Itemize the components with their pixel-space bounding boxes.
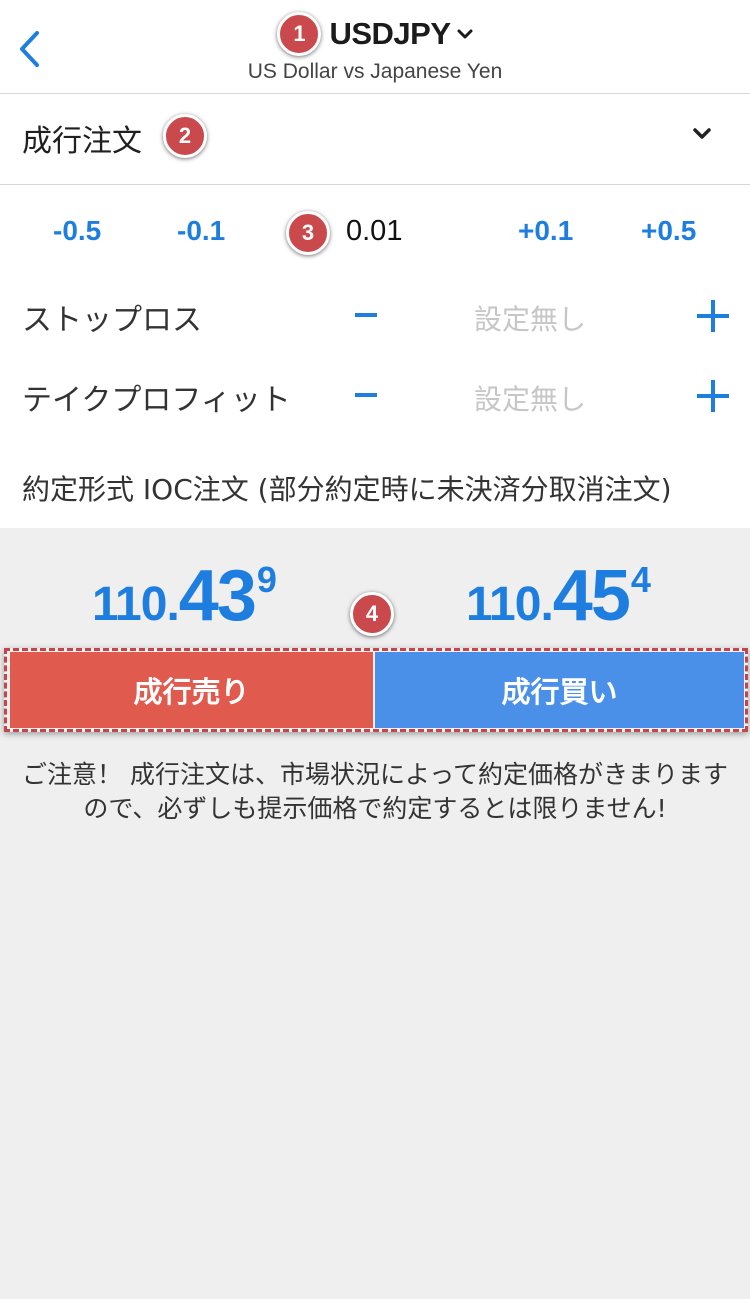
take-profit-label: テイクプロフィット — [22, 383, 291, 418]
volume-increase-0-1-button[interactable]: +0.1 — [518, 215, 573, 247]
chevron-down-icon — [692, 126, 712, 145]
chevron-down-icon — [457, 28, 473, 40]
annotation-badge-4: 4 — [350, 592, 394, 636]
annotation-badge-3: 3 — [286, 211, 330, 255]
volume-decrease-0-5-button[interactable]: -0.5 — [53, 215, 101, 247]
ask-price: 110.454 — [466, 555, 651, 637]
symbol-subtitle: US Dollar vs Japanese Yen — [247, 60, 503, 83]
order-type-label: 成行注文 — [22, 124, 142, 159]
ask-price-prefix: 110. — [466, 578, 554, 631]
annotation-badge-1: 1 — [277, 12, 322, 56]
bid-price: 110.439 — [92, 555, 277, 637]
volume-value[interactable]: 0.01 — [346, 215, 402, 248]
bid-price-fraction: 9 — [256, 559, 277, 600]
symbol-selector[interactable]: 1 USDJPY — [0, 10, 750, 58]
take-profit-plus-button[interactable] — [697, 380, 729, 412]
ask-price-fraction: 4 — [630, 559, 651, 600]
order-settings-panel: -0.5 -0.1 3 0.01 +0.1 +0.5 ストップロス 設定無し テ… — [0, 185, 750, 528]
symbol-title: USDJPY — [329, 16, 451, 51]
stop-loss-value[interactable]: 設定無し — [474, 298, 586, 338]
volume-increase-0-5-button[interactable]: +0.5 — [641, 215, 696, 247]
market-sell-button[interactable]: 成行売り — [10, 652, 373, 728]
market-buy-button[interactable]: 成行買い — [375, 652, 744, 728]
header: 1 USDJPY US Dollar vs Japanese Yen — [0, 0, 750, 94]
market-order-notice: ご注意！ 成行注文は、市場状況によって約定価格がきまりますので、必ずしも提示価格… — [22, 760, 728, 823]
stop-loss-minus-button[interactable] — [355, 313, 377, 317]
bid-price-prefix: 110. — [92, 578, 180, 631]
annotation-badge-2: 2 — [163, 114, 207, 158]
take-profit-minus-button[interactable] — [355, 393, 377, 397]
stop-loss-label: ストップロス — [22, 303, 202, 338]
order-type-dropdown[interactable]: 成行注文 2 — [0, 94, 750, 185]
execution-type-text: 約定形式 IOC注文 (部分約定時に未決済分取消注文) — [22, 473, 672, 506]
bid-price-pips: 43 — [178, 556, 257, 636]
volume-decrease-0-1-button[interactable]: -0.1 — [177, 215, 225, 247]
take-profit-value[interactable]: 設定無し — [474, 378, 586, 418]
ask-price-pips: 45 — [552, 556, 631, 636]
stop-loss-plus-button[interactable] — [697, 300, 729, 332]
